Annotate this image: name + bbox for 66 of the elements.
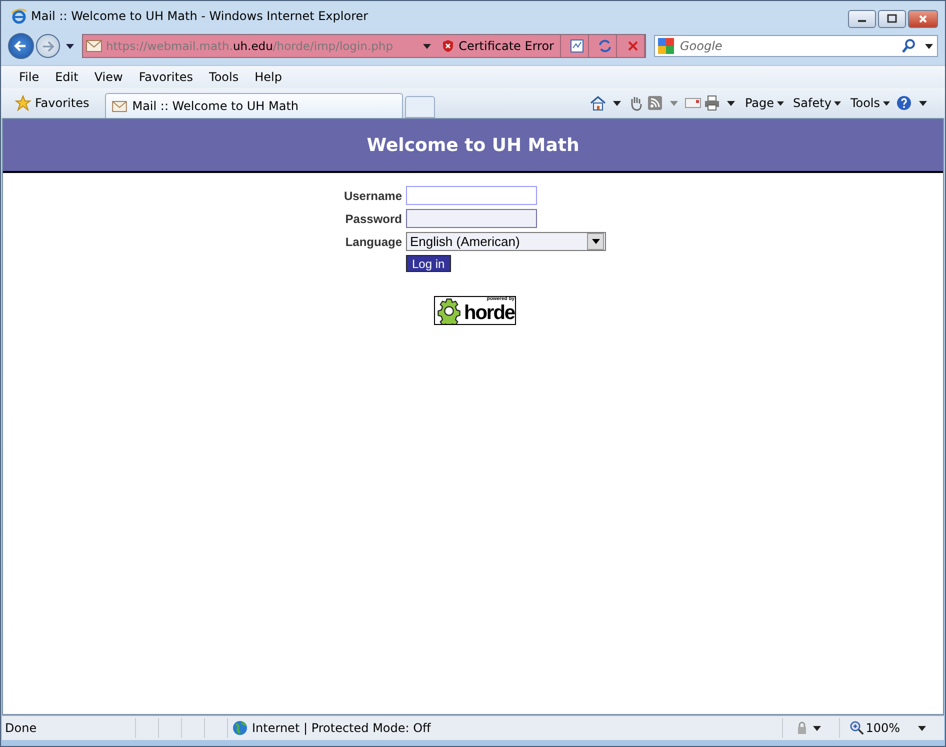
- password-field[interactable]: [406, 209, 537, 228]
- browser-tab[interactable]: Mail :: Welcome to UH Math: [105, 93, 404, 118]
- forward-arrow-icon: [42, 40, 54, 52]
- url-text: https://webmail.math.uh.edu/horde/imp/login.php: [106, 39, 394, 53]
- gear-icon: [436, 298, 462, 324]
- zoom-icon: [850, 721, 864, 735]
- security-zone: Internet | Protected Mode: Off: [252, 721, 431, 735]
- dropdown-icon[interactable]: [925, 44, 933, 48]
- dropdown-icon[interactable]: [66, 44, 74, 48]
- menu-item[interactable]: View: [86, 70, 131, 84]
- search-provider-icon: [658, 38, 674, 54]
- login-button[interactable]: Log in: [406, 255, 451, 272]
- envelope-icon: [112, 100, 128, 112]
- logo-wordmark: horde: [464, 302, 515, 325]
- search-bar[interactable]: Google: [654, 35, 938, 57]
- command-menu[interactable]: Safety: [790, 96, 844, 110]
- back-button[interactable]: [8, 33, 34, 59]
- dropdown-icon[interactable]: [919, 100, 927, 106]
- field-label: Language: [344, 234, 402, 248]
- field-label: Username: [342, 188, 402, 202]
- mail-icon[interactable]: [684, 95, 701, 111]
- help-icon[interactable]: [896, 95, 912, 111]
- stop-icon: [626, 39, 640, 53]
- close-button[interactable]: [908, 10, 938, 28]
- command-menu[interactable]: Page: [742, 96, 788, 110]
- dropdown-icon[interactable]: [918, 726, 926, 730]
- caret-icon: [834, 100, 842, 106]
- envelope-icon: [86, 38, 102, 54]
- forward-button[interactable]: [36, 34, 60, 58]
- menu-item[interactable]: File: [11, 70, 48, 84]
- maximize-icon: [887, 14, 897, 24]
- caret-icon: [777, 100, 784, 106]
- globe-icon: [232, 720, 248, 736]
- refresh-icon: [598, 39, 612, 53]
- caret-icon: [592, 239, 600, 244]
- window-title: Mail :: Welcome to UH Math - Windows Internet Explorer: [31, 9, 368, 23]
- page-header: Welcome to UH Math: [3, 119, 943, 173]
- certificate-error-button[interactable]: Certificate Error: [438, 35, 561, 57]
- menu-item[interactable]: Tools: [201, 70, 247, 84]
- dropdown-icon[interactable]: [612, 100, 621, 106]
- caret-icon: [883, 100, 890, 106]
- menu-item[interactable]: Edit: [47, 70, 86, 84]
- favorites-button[interactable]: Favorites: [9, 90, 96, 116]
- browser-icon: [11, 8, 27, 24]
- language-select[interactable]: English (American): [406, 232, 606, 251]
- username-field[interactable]: [406, 186, 537, 205]
- star-icon: [15, 95, 31, 111]
- command-menu[interactable]: Tools: [847, 96, 893, 110]
- shield-icon: [440, 39, 455, 53]
- search-icon[interactable]: [901, 38, 917, 54]
- dropdown-icon[interactable]: [422, 44, 431, 48]
- menu-item[interactable]: Help: [246, 70, 290, 84]
- feed-icon[interactable]: [646, 95, 663, 111]
- dropdown-icon[interactable]: [726, 100, 735, 106]
- dropdown-icon[interactable]: [812, 726, 821, 730]
- address-bar[interactable]: https://webmail.math.uh.edu/horde/imp/login.php Certificate Error: [82, 34, 646, 58]
- menu-item[interactable]: Favorites: [130, 70, 202, 84]
- printer-icon[interactable]: [704, 95, 720, 111]
- maximize-button[interactable]: [878, 10, 906, 28]
- status-text: Done: [4, 721, 38, 735]
- field-label: Password: [344, 212, 402, 226]
- close-icon: [918, 14, 928, 24]
- home-icon[interactable]: [590, 95, 606, 111]
- minimize-button[interactable]: [848, 10, 876, 28]
- chart-page-icon: [570, 39, 584, 53]
- zoom-button[interactable]: 100%: [850, 721, 914, 735]
